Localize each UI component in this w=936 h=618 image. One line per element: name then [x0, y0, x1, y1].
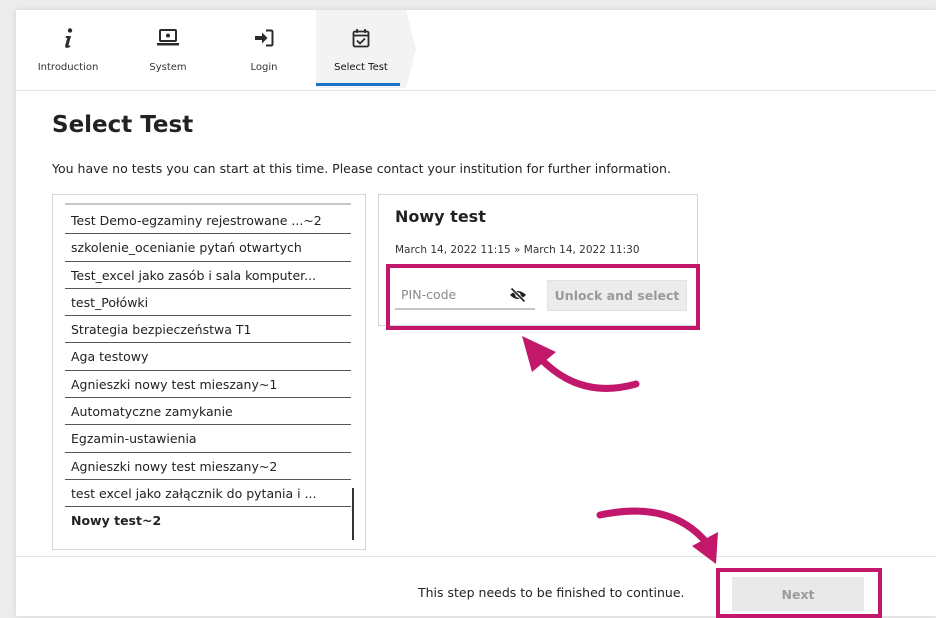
active-step-indicator — [316, 83, 400, 86]
step-label: Login — [250, 62, 278, 73]
list-item[interactable]: Agnieszki nowy test mieszany~1 — [65, 371, 351, 399]
list-item[interactable]: test_Połówki — [65, 289, 351, 317]
unlock-and-select-button[interactable]: Unlock and select — [547, 280, 687, 311]
info-message: You have no tests you can start at this … — [52, 161, 671, 176]
test-dates: March 14, 2022 11:15 » March 14, 2022 11… — [395, 244, 640, 256]
list-item[interactable]: Agnieszki nowy test mieszany~2 — [65, 453, 351, 480]
step-label: Select Test — [334, 62, 388, 73]
list-item[interactable]: Automatyczne zamykanie — [65, 398, 351, 426]
list-item[interactable]: Strategia bezpieczeństwa T1 — [65, 316, 351, 344]
list-item[interactable]: Aga testowy — [65, 343, 351, 371]
step-label: System — [149, 62, 187, 73]
pin-field — [395, 280, 535, 312]
step-arrow — [406, 10, 416, 88]
step-system[interactable]: System — [120, 10, 216, 88]
calendar-check-icon — [352, 29, 370, 48]
test-list[interactable]: Test Demo-egzaminy rejestrowane ...~2 sz… — [52, 194, 366, 550]
stepper: Introduction System Login Select Test — [16, 10, 936, 91]
page-title: Select Test — [52, 112, 194, 138]
list-item[interactable]: Test_excel jako zasób i sala komputer... — [65, 262, 351, 289]
app-window: Introduction System Login Select Test Se… — [16, 10, 936, 618]
step-label: Introduction — [37, 62, 99, 73]
footer-divider — [16, 556, 936, 557]
list-item[interactable]: Test Demo-egzaminy rejestrowane ...~2 — [65, 207, 351, 235]
step-select-test[interactable]: Select Test — [316, 10, 406, 88]
list-item[interactable]: szkolenie_ocenianie pytań otwartych — [65, 234, 351, 262]
list-scrollbar[interactable] — [352, 488, 354, 540]
list-item[interactable]: Egzamin-ustawienia — [65, 425, 351, 453]
next-button[interactable]: Next — [732, 577, 864, 611]
list-top-divider — [65, 203, 351, 205]
step-introduction[interactable]: Introduction — [16, 10, 120, 88]
list-item-selected[interactable]: Nowy test~2 — [65, 507, 351, 534]
step-login[interactable]: Login — [216, 10, 312, 88]
computer-icon — [157, 29, 179, 46]
test-title: Nowy test — [395, 207, 486, 226]
list-item[interactable]: test excel jako załącznik do pytania i .… — [65, 480, 351, 508]
info-icon — [65, 28, 73, 48]
eye-slash-icon[interactable] — [509, 286, 527, 304]
footer-message: This step needs to be finished to contin… — [418, 585, 685, 600]
login-icon — [255, 29, 274, 47]
